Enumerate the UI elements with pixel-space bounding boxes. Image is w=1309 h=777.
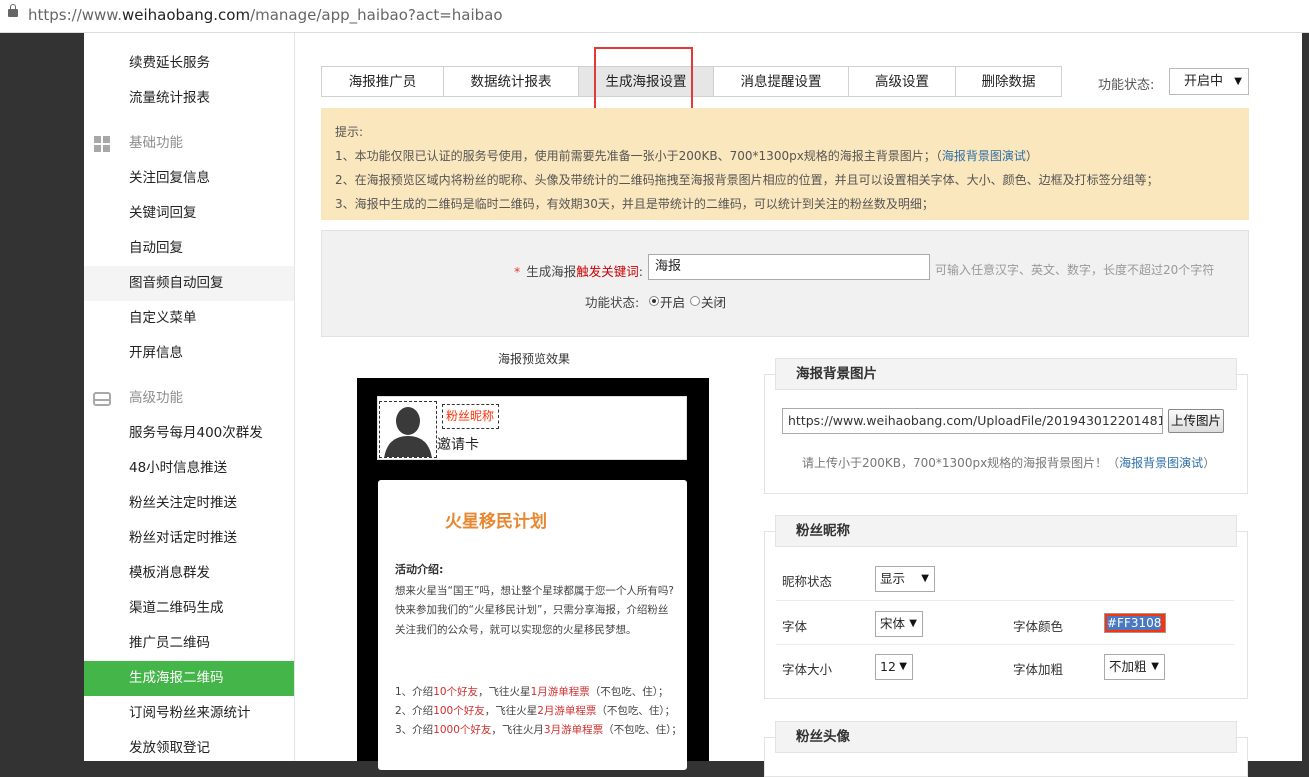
sidebar-group-advanced: 高级功能 bbox=[84, 381, 294, 416]
nickname-draggable[interactable]: 粉丝昵称 bbox=[442, 404, 499, 429]
avatar-panel-title: 粉丝头像 bbox=[775, 721, 1237, 753]
sidebar-item-custom-menu[interactable]: 自定义菜单 bbox=[84, 301, 294, 336]
divider bbox=[776, 600, 1234, 601]
bg-image-panel-title: 海报背景图片 bbox=[775, 358, 1237, 390]
poster-rule-line: 1、介绍10个好友，飞往火星1月游单程票（不包吃、住）； bbox=[395, 686, 669, 698]
sidebar-group-label: 高级功能 bbox=[129, 390, 183, 406]
sidebar-item-auto-reply[interactable]: 自动回复 bbox=[84, 231, 294, 266]
sidebar-item-fans-source[interactable]: 订阅号粉丝来源统计 bbox=[84, 696, 294, 731]
font-select[interactable]: 宋体 ▼ bbox=[875, 611, 923, 637]
upload-image-button[interactable]: 上传图片 bbox=[1168, 409, 1224, 433]
nick-state-select[interactable]: 显示 ▼ bbox=[875, 566, 935, 592]
bg-demo-link-2[interactable]: 海报背景图演试 bbox=[1119, 456, 1203, 470]
nickname-panel-title: 粉丝昵称 bbox=[775, 515, 1237, 547]
font-size-label: 字体大小 bbox=[782, 662, 833, 677]
tips-line-2: 2、在海报预览区域内将粉丝的昵称、头像及带统计的二维码拖拽至海报背景图片相应的位… bbox=[335, 173, 1159, 187]
status-on-label[interactable]: 开启 bbox=[660, 292, 685, 311]
sidebar-item-template-msg[interactable]: 模板消息群发 bbox=[84, 556, 294, 591]
avatar-draggable[interactable] bbox=[379, 401, 437, 458]
nick-state-label: 昵称状态 bbox=[782, 574, 833, 589]
keyword-hint: 可输入任意汉字、英文、数字，长度不超过20个字符 bbox=[935, 263, 1215, 277]
sidebar-item-keyword-reply[interactable]: 关键词回复 bbox=[84, 196, 294, 231]
poster-intro-line: 想来火星当“国王”吗，想让整个星球都属于您一个人所有吗? bbox=[395, 585, 674, 597]
sidebar-item-follow-timed[interactable]: 粉丝关注定时推送 bbox=[84, 486, 294, 521]
lock-icon bbox=[8, 4, 18, 17]
sidebar-group-basic: 基础功能 bbox=[84, 126, 294, 161]
poster-heading: 火星移民计划 bbox=[445, 512, 547, 532]
bg-url-input[interactable]: https://www.weihaobang.com/UploadFile/20… bbox=[782, 408, 1163, 434]
caret-down-icon: ▼ bbox=[909, 618, 917, 629]
caret-down-icon: ▼ bbox=[1234, 76, 1242, 87]
url-text[interactable]: https://www.weihaobang.com/manage/app_ha… bbox=[28, 6, 503, 24]
font-label: 字体 bbox=[782, 619, 808, 634]
sidebar-item-splash[interactable]: 开屏信息 bbox=[84, 336, 294, 371]
tips-box: 提示: 1、本功能仅限已认证的服务号使用，使用前需要先准备一张小于200KB、7… bbox=[321, 108, 1249, 220]
tab-poster-promoter[interactable]: 海报推广员 bbox=[321, 66, 443, 97]
tab-message-reminder[interactable]: 消息提醒设置 bbox=[713, 66, 848, 97]
tab-data-report[interactable]: 数据统计报表 bbox=[443, 66, 578, 97]
font-bold-label: 字体加粗 bbox=[1013, 662, 1064, 677]
tips-line-1: 1、本功能仅限已认证的服务号使用，使用前需要先准备一张小于200KB、700*1… bbox=[335, 149, 1038, 163]
sidebar-item-chat-timed[interactable]: 粉丝对话定时推送 bbox=[84, 521, 294, 556]
function-status-label: 功能状态: bbox=[1098, 78, 1155, 93]
function-status-value: 开启中 bbox=[1184, 74, 1224, 89]
bg-hint: 请上传小于200KB，700*1300px规格的海报背景图片！（海报背景图演试） bbox=[802, 456, 1216, 470]
avatar-silhouette-icon bbox=[380, 402, 436, 457]
function-status-select[interactable]: 开启中 ▼ bbox=[1169, 68, 1249, 95]
sidebar-item-traffic[interactable]: 流量统计报表 bbox=[84, 81, 294, 116]
tips-title: 提示: bbox=[335, 125, 364, 139]
sidebar-item-promoter-qr[interactable]: 推广员二维码 bbox=[84, 626, 294, 661]
divider bbox=[776, 644, 1234, 645]
form-panel bbox=[321, 230, 1249, 337]
font-size-select[interactable]: 12 ▼ bbox=[875, 654, 913, 680]
status-on-radio[interactable] bbox=[649, 296, 659, 306]
sidebar-item-mass-send[interactable]: 服务号每月400次群发 bbox=[84, 416, 294, 451]
sidebar-item-48h-push[interactable]: 48小时信息推送 bbox=[84, 451, 294, 486]
bg-demo-link[interactable]: 海报背景图演试 bbox=[942, 149, 1026, 163]
grid-icon bbox=[94, 136, 110, 152]
font-bold-select[interactable]: 不加粗 ▼ bbox=[1104, 654, 1165, 680]
keyword-label: * 生成海报触发关键词: bbox=[514, 264, 643, 279]
invite-text: 邀请卡 bbox=[437, 437, 479, 453]
highlight-annotation bbox=[594, 47, 693, 113]
sidebar: 续费延长服务 流量统计报表 基础功能 关注回复信息 关键词回复 自动回复 图音频… bbox=[84, 33, 295, 761]
poster-intro-title: 活动介绍: bbox=[395, 563, 444, 576]
tab-delete-data[interactable]: 删除数据 bbox=[955, 66, 1062, 97]
sidebar-group-label: 基础功能 bbox=[129, 135, 183, 151]
poster-intro-line: 快来参加我们的“火星移民计划”，只需分享海报，介绍粉丝 bbox=[395, 604, 669, 616]
font-color-label: 字体颜色 bbox=[1013, 619, 1064, 634]
tab-advanced-settings[interactable]: 高级设置 bbox=[848, 66, 955, 97]
poster-intro-line: 关注我们的公众号，就可以实现您的火星移民梦想。 bbox=[395, 624, 637, 636]
caret-down-icon: ▼ bbox=[899, 661, 907, 672]
sidebar-item-renew[interactable]: 续费延长服务 bbox=[84, 46, 294, 81]
poster-rule-line: 2、介绍100个好友，飞往火星2月游单程票（不包吃、住）； bbox=[395, 705, 676, 717]
status-label: 功能状态: bbox=[585, 295, 640, 310]
status-off-label[interactable]: 关闭 bbox=[701, 292, 726, 311]
sidebar-item-follow-reply[interactable]: 关注回复信息 bbox=[84, 161, 294, 196]
sidebar-item-channel-qr[interactable]: 渠道二维码生成 bbox=[84, 591, 294, 626]
caret-down-icon: ▼ bbox=[1151, 661, 1159, 672]
address-bar[interactable]: https://www.weihaobang.com/manage/app_ha… bbox=[0, 0, 1309, 33]
sidebar-item-poster-qr[interactable]: 生成海报二维码 bbox=[84, 661, 294, 696]
caret-down-icon: ▼ bbox=[921, 573, 929, 584]
preview-title: 海报预览效果 bbox=[498, 352, 571, 366]
poster-rule-line: 3、介绍1000个好友，飞往火月3月游单程票（不包吃、住）； bbox=[395, 724, 682, 736]
bg-image-panel bbox=[764, 374, 1248, 494]
font-color-input[interactable]: #FF3108 bbox=[1104, 613, 1166, 633]
nickname-panel bbox=[764, 531, 1248, 699]
sidebar-item-media-reply[interactable]: 图音频自动回复 bbox=[84, 266, 294, 301]
status-off-radio[interactable] bbox=[690, 296, 700, 306]
keyword-input[interactable]: 海报 bbox=[648, 254, 930, 280]
inbox-icon bbox=[93, 392, 111, 406]
tips-line-3: 3、海报中生成的二维码是临时二维码，有效期30天，并且是带统计的二维码，可以统计… bbox=[335, 197, 934, 211]
